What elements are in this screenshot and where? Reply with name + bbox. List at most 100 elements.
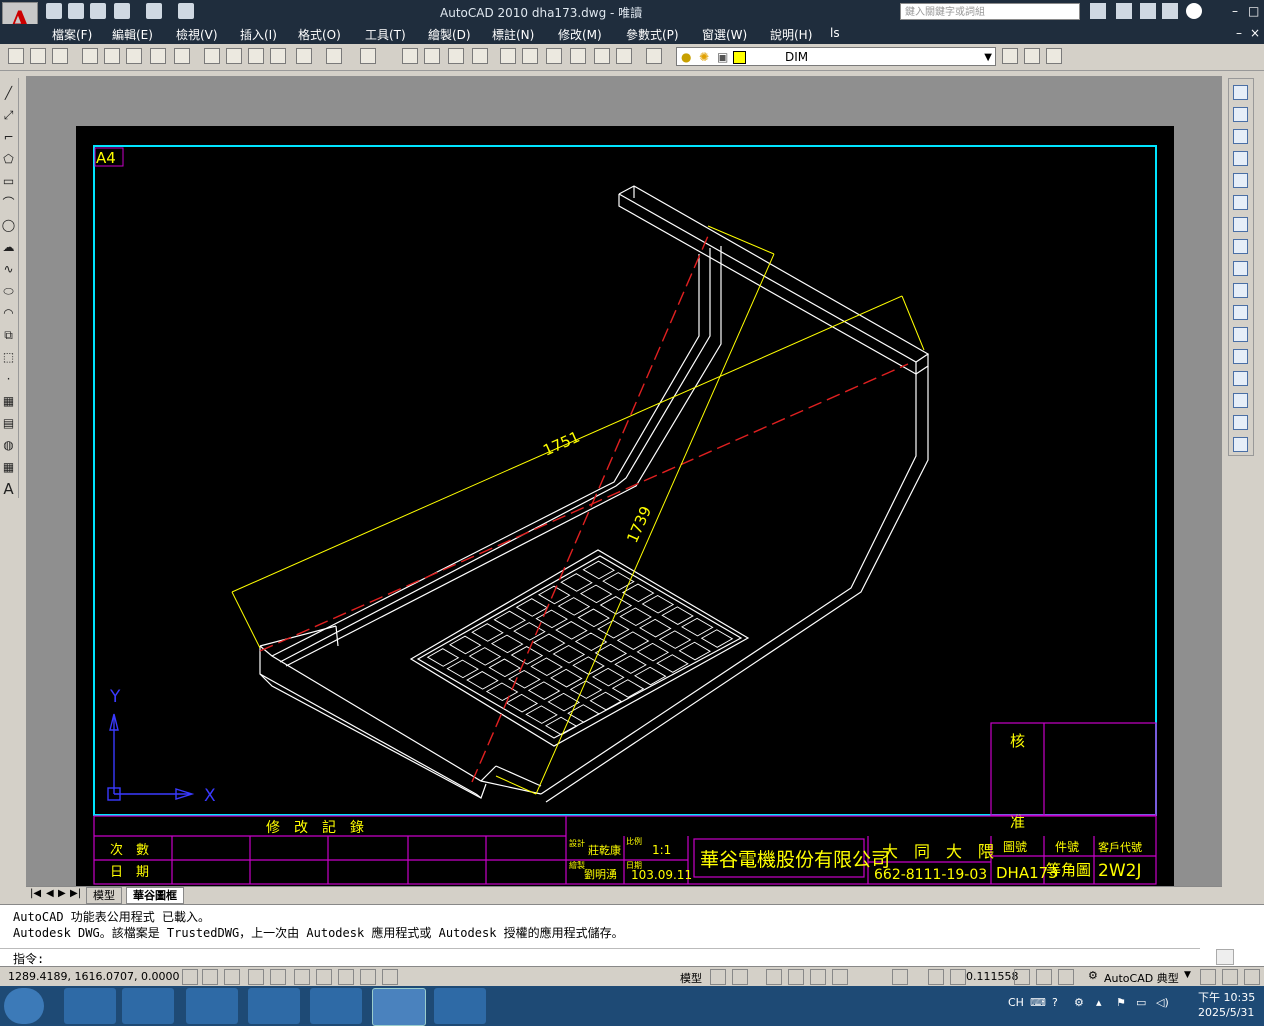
menu-file[interactable]: 檔案(F): [52, 26, 92, 43]
lock-viewport-icon[interactable]: [928, 969, 944, 985]
new-icon[interactable]: [8, 48, 24, 64]
steering-wheel-icon[interactable]: [810, 969, 826, 985]
make-block-icon[interactable]: ⬚: [1, 350, 16, 365]
sheet-set-icon[interactable]: [570, 48, 586, 64]
drawing-canvas[interactable]: A4 1751 1739 Y X 核 准 修 改 記 錄 次 數 日 期 設計 …: [76, 126, 1174, 886]
tab-layout[interactable]: 華谷圖框: [126, 887, 184, 904]
pan-icon[interactable]: [402, 48, 418, 64]
array-icon[interactable]: [1233, 173, 1248, 188]
redo-icon[interactable]: [360, 48, 376, 64]
pan-icon[interactable]: [766, 969, 782, 985]
vertical-scrollbar[interactable]: [1256, 76, 1264, 576]
tab-nav-first-icon[interactable]: |◀: [30, 888, 41, 899]
command-prompt[interactable]: 指令:: [13, 950, 44, 967]
match-properties-icon[interactable]: [270, 48, 286, 64]
zoom-realtime-icon[interactable]: [424, 48, 440, 64]
clock-date[interactable]: 2025/5/31: [1198, 1006, 1254, 1019]
offset-icon[interactable]: [1233, 151, 1248, 166]
chrome-icon[interactable]: [186, 988, 238, 1024]
properties-icon[interactable]: [500, 48, 516, 64]
internet-explorer-icon[interactable]: [64, 988, 116, 1024]
clean-screen-icon[interactable]: [1244, 969, 1260, 985]
menu-insert[interactable]: 插入(I): [240, 26, 277, 43]
scale-icon[interactable]: [1233, 239, 1248, 254]
snap-mode-icon[interactable]: [182, 969, 198, 985]
stretch-icon[interactable]: [1233, 261, 1248, 276]
menu-window[interactable]: 窗選(W): [702, 26, 747, 43]
input-language[interactable]: CH: [1008, 996, 1024, 1009]
construction-line-icon[interactable]: ⤢: [1, 108, 16, 123]
quick-view-layouts-icon[interactable]: [710, 969, 726, 985]
layer-previous-icon[interactable]: [1024, 48, 1040, 64]
rotate-icon[interactable]: [1233, 217, 1248, 232]
menu-dimension[interactable]: 標註(N): [492, 26, 534, 43]
tools-icon[interactable]: [1116, 3, 1132, 19]
layer-state-icon[interactable]: [1046, 48, 1062, 64]
gradient-icon[interactable]: ▤: [1, 416, 16, 431]
tab-nav-prev-icon[interactable]: ◀: [46, 888, 54, 899]
toolbar-lock-icon[interactable]: [1200, 969, 1216, 985]
help-icon[interactable]: ?: [1052, 996, 1058, 1009]
lineweight-icon[interactable]: [360, 969, 376, 985]
volume-icon[interactable]: ◁): [1156, 996, 1169, 1009]
chamfer-icon[interactable]: [1233, 393, 1248, 408]
copy-object-icon[interactable]: [1233, 107, 1248, 122]
erase-icon[interactable]: [1233, 85, 1248, 100]
media-player-icon[interactable]: [122, 988, 174, 1024]
layout-sheet[interactable]: A4 1751 1739 Y X 核 准 修 改 記 錄 次 數 日 期 設計 …: [76, 126, 1174, 886]
menu-view[interactable]: 檢視(V): [176, 26, 218, 43]
save-icon[interactable]: [52, 48, 68, 64]
hatch-icon[interactable]: ▦: [1, 394, 16, 409]
command-scroll-thumb[interactable]: [1216, 949, 1234, 965]
network-icon[interactable]: ▭: [1136, 996, 1146, 1009]
ellipse-icon[interactable]: ⬭: [1, 284, 16, 299]
keyboard-icon[interactable]: ⌨: [1030, 996, 1046, 1009]
save-icon[interactable]: [90, 3, 106, 19]
help-icon[interactable]: [646, 48, 662, 64]
menu-format[interactable]: 格式(O): [298, 26, 341, 43]
annotation-visibility-icon[interactable]: [1014, 969, 1030, 985]
menu-help[interactable]: 說明(H): [770, 26, 812, 43]
tab-nav-last-icon[interactable]: ▶|: [70, 888, 81, 899]
insert-block-icon[interactable]: ⧉: [1, 328, 16, 343]
menu-parametric[interactable]: 參數式(P): [626, 26, 679, 43]
object-snap-icon[interactable]: [270, 969, 286, 985]
menu-ls[interactable]: ls: [830, 26, 840, 40]
design-center-icon[interactable]: [522, 48, 538, 64]
circle-icon[interactable]: ◯: [1, 218, 16, 233]
ellipse-arc-icon[interactable]: ◠: [1, 306, 16, 321]
new-file-icon[interactable]: [46, 3, 62, 19]
tool-palettes-icon[interactable]: [546, 48, 562, 64]
quick-view-drawings-icon[interactable]: [732, 969, 748, 985]
redo-icon[interactable]: [146, 3, 162, 19]
block-editor-icon[interactable]: [296, 48, 312, 64]
annotation-scale-icon[interactable]: [1036, 969, 1052, 985]
cad-tool-icon[interactable]: [310, 988, 362, 1024]
menu-draw[interactable]: 繪製(D): [428, 26, 471, 43]
menu-edit[interactable]: 編輯(E): [112, 26, 153, 43]
3d-dwf-icon[interactable]: [150, 48, 166, 64]
workspace-switch[interactable]: AutoCAD 典型: [1104, 970, 1179, 986]
file-explorer-icon[interactable]: [434, 988, 486, 1024]
search-input[interactable]: 鍵入關鍵字或詞組: [900, 3, 1080, 20]
doc-close-icon[interactable]: ×: [1250, 26, 1260, 40]
polyline-icon[interactable]: ⌐: [1, 130, 16, 145]
menu-modify[interactable]: 修改(M): [558, 26, 602, 43]
fillet-icon[interactable]: [1233, 415, 1248, 430]
polar-tracking-icon[interactable]: [248, 969, 264, 985]
tray-expand-icon[interactable]: ▴: [1096, 996, 1102, 1009]
object-snap-tracking-icon[interactable]: [294, 969, 310, 985]
mirror-icon[interactable]: [1233, 129, 1248, 144]
zoom-window-icon[interactable]: [448, 48, 464, 64]
annotation-sync-icon[interactable]: [1058, 969, 1074, 985]
copy-icon[interactable]: [226, 48, 242, 64]
trim-icon[interactable]: [1233, 283, 1248, 298]
revision-cloud-icon[interactable]: ☁: [1, 240, 16, 255]
clock-time[interactable]: 下午 10:35: [1198, 989, 1255, 1005]
etransmit-icon[interactable]: [174, 48, 190, 64]
calculator-icon[interactable]: [616, 48, 632, 64]
quick-properties-icon[interactable]: [382, 969, 398, 985]
move-icon[interactable]: [1233, 195, 1248, 210]
open-icon[interactable]: [30, 48, 46, 64]
join-icon[interactable]: [1233, 349, 1248, 364]
